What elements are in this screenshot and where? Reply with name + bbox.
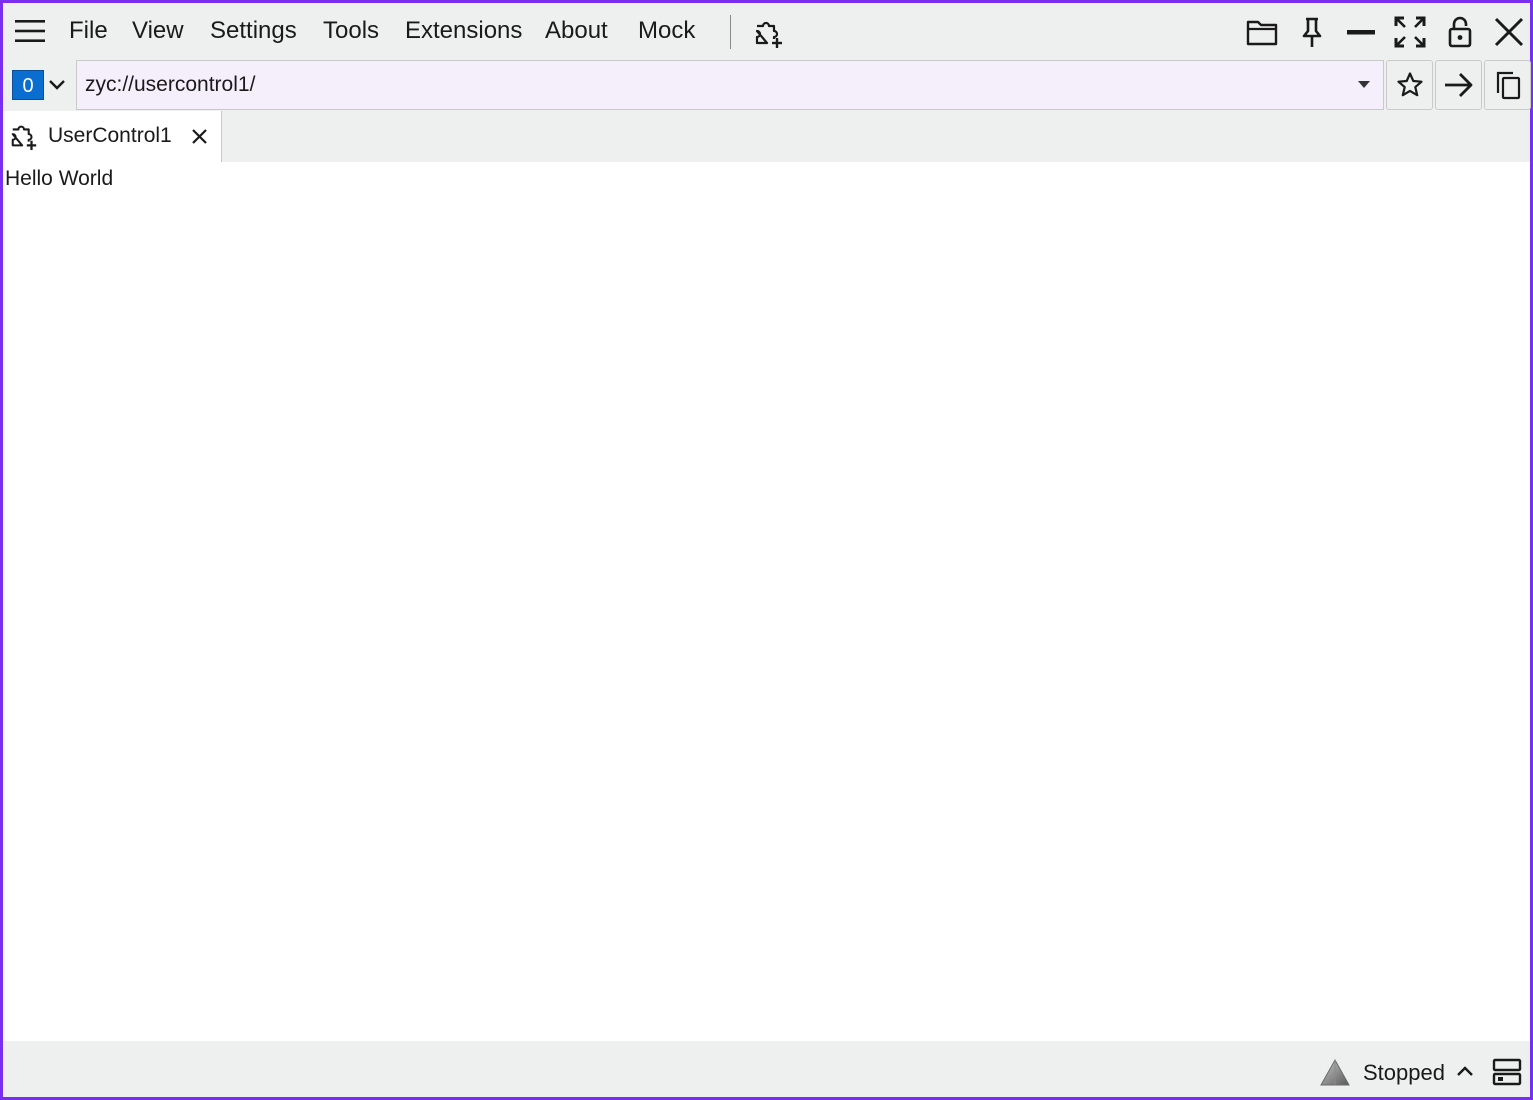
panel-layout-icon[interactable] <box>1491 1056 1523 1088</box>
menu-bar: File View Settings Tools Extensions Abou… <box>3 3 1530 59</box>
menu-about[interactable]: About <box>545 15 608 47</box>
puzzle-plus-icon[interactable] <box>753 17 785 49</box>
chevron-down-icon[interactable] <box>47 75 67 95</box>
menu-separator <box>730 15 731 49</box>
menu-view[interactable]: View <box>132 15 184 47</box>
menu-mock[interactable]: Mock <box>638 15 695 47</box>
menu-extensions[interactable]: Extensions <box>405 15 522 47</box>
triangle-icon <box>1320 1058 1350 1086</box>
menu-settings[interactable]: Settings <box>210 15 297 47</box>
star-icon <box>1396 72 1423 97</box>
maximize-icon[interactable] <box>1393 15 1427 49</box>
tab-label: UserControl1 <box>48 124 172 147</box>
dropdown-arrow-icon[interactable] <box>1357 79 1371 91</box>
close-icon[interactable] <box>1492 15 1526 49</box>
status-bar: Stopped <box>3 1041 1530 1097</box>
hello-text: Hello World <box>5 167 114 190</box>
chevron-up-icon[interactable] <box>1456 1064 1474 1078</box>
bookmark-button[interactable] <box>1386 60 1433 110</box>
pin-icon[interactable] <box>1295 15 1329 49</box>
puzzle-plus-icon <box>11 125 37 151</box>
menu-tools[interactable]: Tools <box>323 15 379 47</box>
copy-icon <box>1496 71 1520 100</box>
url-text[interactable]: zyc://usercontrol1/ <box>85 61 255 109</box>
hamburger-menu-icon[interactable] <box>15 19 45 43</box>
tab-usercontrol1[interactable]: UserControl1 <box>3 111 222 162</box>
address-bar: 0 zyc://usercontrol1/ <box>3 59 1531 111</box>
status-text[interactable]: Stopped <box>1363 1058 1445 1088</box>
menu-file[interactable]: File <box>69 15 108 47</box>
tab-strip: UserControl1 <box>3 111 1530 162</box>
go-button[interactable] <box>1435 60 1482 110</box>
close-icon[interactable] <box>191 128 208 145</box>
url-field[interactable]: zyc://usercontrol1/ <box>76 60 1384 110</box>
folder-icon[interactable] <box>1245 15 1279 49</box>
content-area: Hello World <box>3 162 1530 1041</box>
lock-icon[interactable] <box>1443 15 1477 49</box>
tab-count-badge[interactable]: 0 <box>12 70 44 100</box>
go-arrow-icon <box>1444 73 1472 97</box>
copy-button[interactable] <box>1484 60 1531 110</box>
app-window: File View Settings Tools Extensions Abou… <box>0 0 1533 1100</box>
minimize-icon[interactable] <box>1344 15 1378 49</box>
